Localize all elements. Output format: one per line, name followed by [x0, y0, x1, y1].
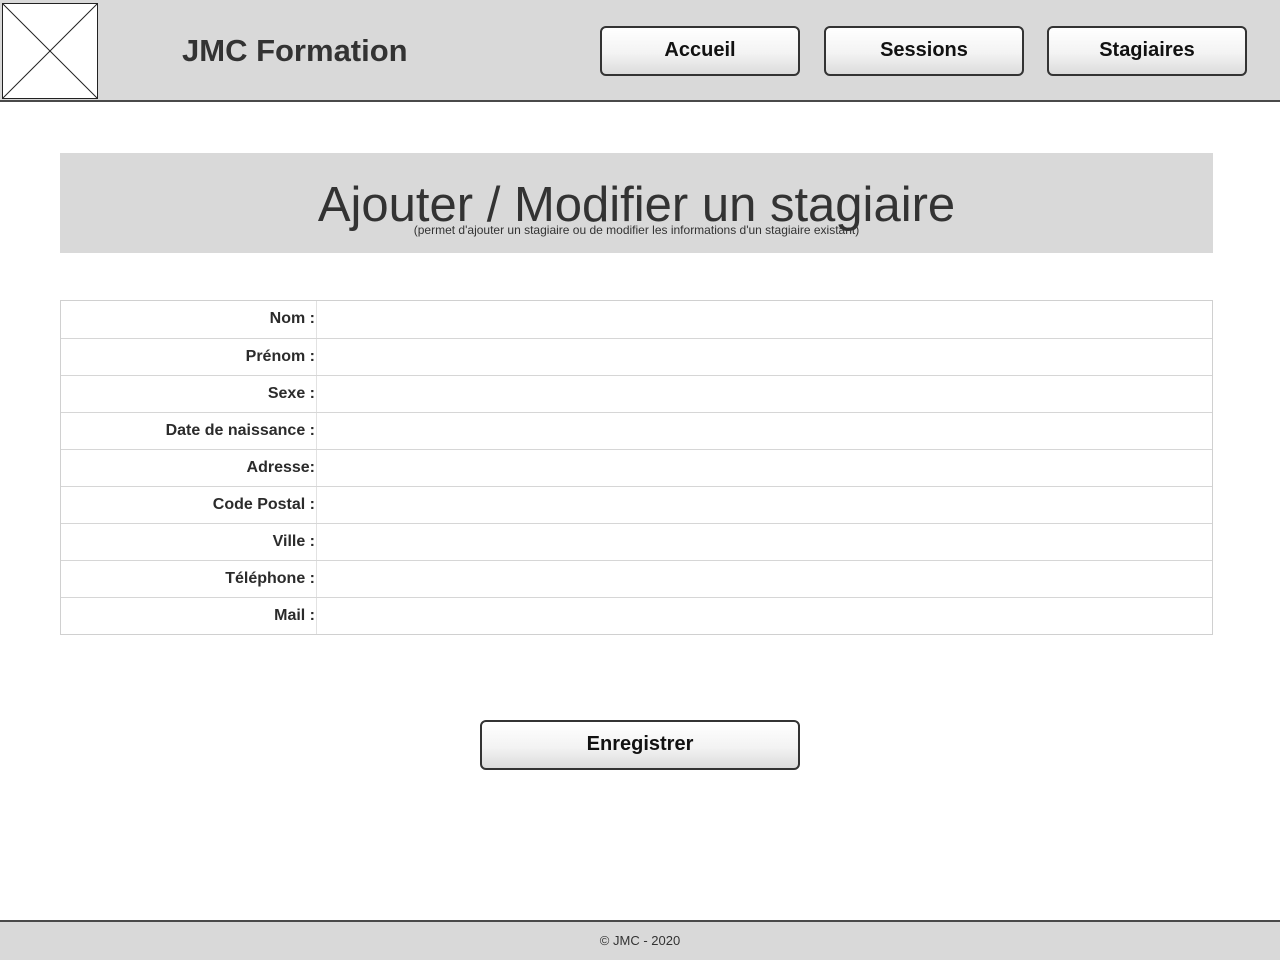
nom-field[interactable] [317, 301, 1212, 337]
site-title: JMC Formation [182, 33, 408, 68]
form-row-prenom: Prénom : [61, 338, 1212, 375]
sexe-label: Sexe : [61, 376, 317, 412]
code-postal-field[interactable] [317, 487, 1212, 523]
prenom-field[interactable] [317, 339, 1212, 375]
adresse-label: Adresse: [61, 450, 317, 486]
telephone-label: Téléphone : [61, 561, 317, 597]
form-row-code-postal: Code Postal : [61, 486, 1212, 523]
copyright-text: © JMC - 2020 [599, 933, 681, 948]
nav-stagiaires-button[interactable]: Stagiaires [1047, 26, 1247, 76]
form-row-ville: Ville : [61, 523, 1212, 560]
form-row-mail: Mail : [61, 597, 1212, 634]
sexe-field[interactable] [317, 376, 1212, 412]
save-button[interactable]: Enregistrer [480, 720, 800, 770]
stagiaire-form: Nom : Prénom : Sexe : Date de naissance … [60, 300, 1213, 635]
nom-label: Nom : [61, 301, 317, 338]
ville-field[interactable] [317, 524, 1212, 560]
page: JMC Formation Accueil Sessions Stagiaire… [0, 0, 1280, 960]
date-naissance-label: Date de naissance : [61, 413, 317, 449]
form-row-date-naissance: Date de naissance : [61, 412, 1212, 449]
page-subtitle: (permet d'ajouter un stagiaire ou de mod… [413, 223, 860, 237]
ville-label: Ville : [61, 524, 317, 560]
nav-accueil-button[interactable]: Accueil [600, 26, 800, 76]
form-row-sexe: Sexe : [61, 375, 1212, 412]
telephone-field[interactable] [317, 561, 1212, 597]
logo-placeholder-icon [2, 3, 98, 99]
mail-field[interactable] [317, 598, 1212, 634]
date-naissance-field[interactable] [317, 413, 1212, 449]
page-title-banner: Ajouter / Modifier un stagiaire (permet … [60, 153, 1213, 253]
form-row-nom: Nom : [61, 301, 1212, 338]
mail-label: Mail : [61, 598, 317, 634]
site-footer: © JMC - 2020 [0, 920, 1280, 960]
code-postal-label: Code Postal : [61, 487, 317, 523]
site-header: JMC Formation Accueil Sessions Stagiaire… [0, 0, 1280, 102]
adresse-field[interactable] [317, 450, 1212, 486]
form-row-telephone: Téléphone : [61, 560, 1212, 597]
prenom-label: Prénom : [61, 339, 317, 375]
form-row-adresse: Adresse: [61, 449, 1212, 486]
nav-sessions-button[interactable]: Sessions [824, 26, 1024, 76]
